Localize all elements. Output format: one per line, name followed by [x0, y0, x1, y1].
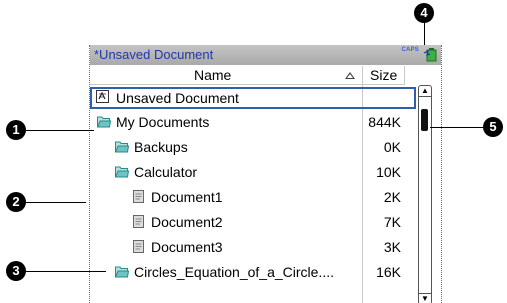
name-column-label: Name: [194, 67, 232, 83]
item-size: 3K: [383, 239, 401, 255]
sort-ascending-icon[interactable]: [345, 72, 355, 79]
item-name: Calculator: [134, 164, 198, 180]
file-icon: [133, 190, 144, 203]
scroll-down-arrow-icon[interactable]: ▼: [419, 293, 431, 303]
list-item-my-documents[interactable]: My Documents 844K: [90, 110, 416, 135]
list-item-document2[interactable]: Document2 7K: [90, 210, 416, 235]
file-icon: [133, 240, 144, 253]
item-name: Document2: [151, 214, 223, 230]
list-item-calculator[interactable]: Calculator 10K: [90, 160, 416, 185]
callout-4-leader: [424, 23, 425, 45]
callout-3-leader: [26, 271, 106, 272]
item-size: 0K: [383, 139, 401, 155]
scroll-thumb[interactable]: [421, 109, 428, 131]
item-size: 10K: [376, 164, 401, 180]
item-name: Circles_Equation_of_a_Circle....: [134, 264, 334, 280]
file-icon: [133, 215, 144, 228]
list-item-document1[interactable]: Document1 2K: [90, 185, 416, 210]
vertical-scrollbar[interactable]: ▲ ▼: [418, 85, 432, 303]
item-name: My Documents: [116, 114, 210, 130]
item-size: 16K: [376, 264, 401, 280]
callout-1-leader: [26, 130, 94, 131]
list-item-unsaved-document[interactable]: Unsaved Document: [90, 87, 416, 109]
callout-2-leader: [26, 202, 86, 203]
folder-open-icon: [97, 116, 111, 128]
battery-icon: [423, 48, 437, 62]
scroll-up-arrow-icon[interactable]: ▲: [419, 86, 431, 97]
callout-1: 1: [6, 120, 26, 140]
size-column-label: Size: [370, 67, 398, 83]
item-name: Unsaved Document: [116, 90, 239, 106]
item-size: 2K: [383, 189, 401, 205]
folder-icon: [115, 141, 129, 153]
folder-icon: [115, 266, 129, 278]
item-name: Document1: [151, 189, 223, 205]
item-size: 844K: [368, 114, 401, 130]
callout-5: 5: [483, 117, 503, 137]
list-item-circles-equation[interactable]: Circles_Equation_of_a_Circle.... 16K: [90, 260, 416, 285]
list-item-document3[interactable]: Document3 3K: [90, 235, 416, 260]
size-column-header[interactable]: Size: [363, 66, 405, 85]
file-list: Unsaved Document My Documents 844K Backu…: [90, 85, 416, 285]
callout-3: 3: [6, 261, 26, 281]
callout-5-leader: [430, 127, 483, 128]
callout-2: 2: [6, 192, 26, 212]
document-icon: [96, 90, 109, 103]
item-name: Backups: [134, 139, 188, 155]
list-item-backups[interactable]: Backups 0K: [90, 135, 416, 160]
folder-open-icon: [115, 166, 129, 178]
item-name: Document3: [151, 239, 223, 255]
title-bar: *Unsaved Document CAPS: [90, 45, 441, 65]
callout-4: 4: [414, 3, 434, 23]
name-column-header[interactable]: Name: [90, 66, 363, 85]
item-size: 7K: [383, 214, 401, 230]
file-browser-screen: *Unsaved Document CAPS Name Size Unsaved…: [89, 45, 442, 303]
document-title: *Unsaved Document: [94, 47, 214, 62]
caps-indicator: CAPS: [401, 47, 419, 53]
